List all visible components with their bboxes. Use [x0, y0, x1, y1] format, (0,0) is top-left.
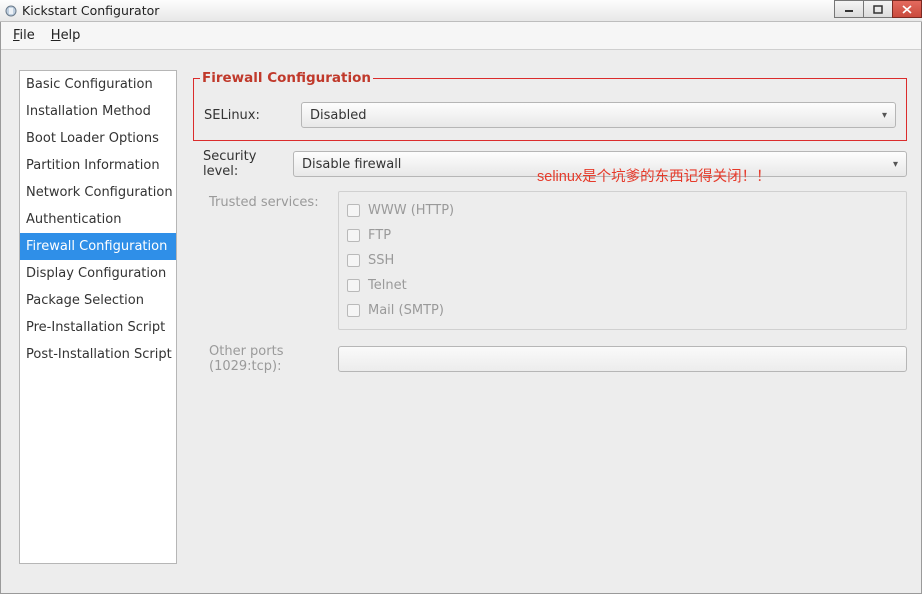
security-row: Security level: Disable firewall ▾ — [193, 149, 907, 179]
selinux-value: Disabled — [310, 108, 366, 123]
selinux-label: SELinux: — [204, 108, 301, 123]
panel-title: Firewall Configuration — [200, 70, 373, 86]
maximize-button[interactable] — [863, 0, 893, 18]
service-label: Mail (SMTP) — [368, 303, 444, 318]
security-select[interactable]: Disable firewall ▾ — [293, 151, 907, 177]
sidebar-item[interactable]: Network Configuration — [20, 179, 176, 206]
sidebar-item[interactable]: Package Selection — [20, 287, 176, 314]
main-panel: Firewall Configuration SELinux: Disabled… — [193, 70, 907, 574]
sidebar-list[interactable]: Basic ConfigurationInstallation MethodBo… — [19, 70, 177, 564]
security-value: Disable firewall — [302, 157, 401, 172]
service-label: SSH — [368, 253, 394, 268]
window-body: File Help Basic ConfigurationInstallatio… — [0, 22, 922, 594]
other-ports-label: Other ports (1029:tcp): — [193, 344, 338, 374]
sidebar-item[interactable]: Display Configuration — [20, 260, 176, 287]
minimize-button[interactable] — [834, 0, 864, 18]
trusted-services-row: Trusted services: WWW (HTTP) FTP SSH Telnet… — [193, 191, 907, 330]
sidebar-item[interactable]: Pre-Installation Script — [20, 314, 176, 341]
menu-file[interactable]: File — [7, 26, 41, 45]
sidebar-item[interactable]: Boot Loader Options — [20, 125, 176, 152]
sidebar-item[interactable]: Firewall Configuration — [20, 233, 176, 260]
window-controls — [835, 0, 922, 18]
firewall-group: Firewall Configuration SELinux: Disabled… — [193, 70, 907, 141]
content-area: Basic ConfigurationInstallation MethodBo… — [1, 50, 921, 592]
trusted-services-list: WWW (HTTP) FTP SSH Telnet Mail (SMTP) — [338, 191, 907, 330]
sidebar-item[interactable]: Post-Installation Script — [20, 341, 176, 368]
other-ports-input[interactable] — [338, 346, 907, 372]
service-checkbox[interactable] — [347, 229, 360, 242]
sidebar-item[interactable]: Basic Configuration — [20, 71, 176, 98]
service-item: Mail (SMTP) — [347, 298, 898, 323]
other-ports-row: Other ports (1029:tcp): — [193, 344, 907, 374]
service-label: WWW (HTTP) — [368, 203, 454, 218]
chevron-down-icon: ▾ — [893, 159, 898, 170]
service-label: FTP — [368, 228, 391, 243]
chevron-down-icon: ▾ — [882, 110, 887, 121]
service-item: WWW (HTTP) — [347, 198, 898, 223]
service-item: FTP — [347, 223, 898, 248]
service-checkbox[interactable] — [347, 254, 360, 267]
sidebar-item[interactable]: Installation Method — [20, 98, 176, 125]
close-button[interactable] — [892, 0, 922, 18]
menu-bar: File Help — [1, 22, 921, 50]
trusted-services-label: Trusted services: — [193, 191, 338, 330]
title-bar: Kickstart Configurator — [0, 0, 922, 22]
service-checkbox[interactable] — [347, 279, 360, 292]
menu-help[interactable]: Help — [45, 26, 87, 45]
service-item: Telnet — [347, 273, 898, 298]
service-item: SSH — [347, 248, 898, 273]
sidebar-item[interactable]: Authentication — [20, 206, 176, 233]
app-icon — [4, 4, 18, 18]
service-label: Telnet — [368, 278, 407, 293]
window-title: Kickstart Configurator — [22, 3, 159, 18]
service-checkbox[interactable] — [347, 204, 360, 217]
service-checkbox[interactable] — [347, 304, 360, 317]
sidebar-item[interactable]: Partition Information — [20, 152, 176, 179]
security-label: Security level: — [193, 149, 293, 179]
selinux-select[interactable]: Disabled ▾ — [301, 102, 896, 128]
selinux-row: SELinux: Disabled ▾ — [204, 102, 896, 128]
